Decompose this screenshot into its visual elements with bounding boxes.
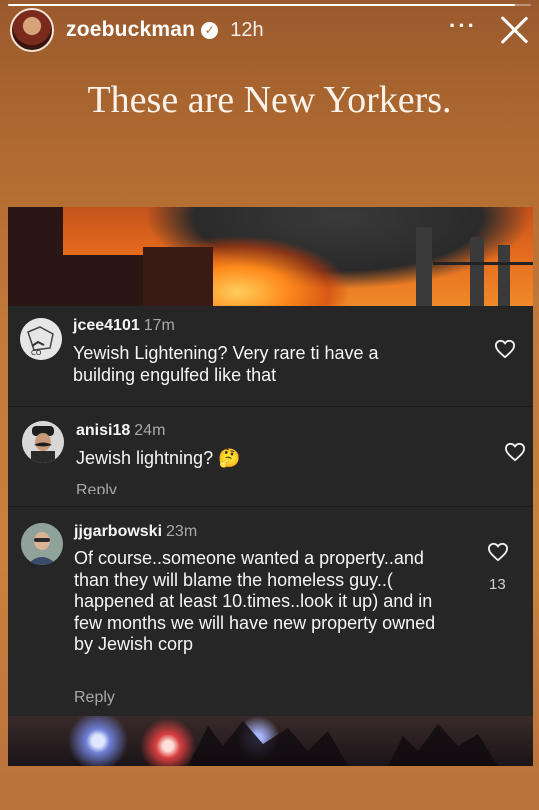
- comment-item: CO jcee4101 17m Yewish Lightening? Very r…: [8, 306, 533, 406]
- lamp-post: [416, 227, 432, 307]
- comment-username[interactable]: jjgarbowski: [74, 523, 162, 540]
- mustache-avatar-icon: [22, 421, 64, 463]
- comment-text: Yewish Lightening? Very rare ti have a b…: [73, 343, 379, 385]
- comment-username-line: jcee4101 17m: [73, 317, 175, 335]
- lamp-post: [470, 237, 484, 307]
- reply-link[interactable]: Reply: [76, 482, 117, 494]
- reply-link[interactable]: Reply: [74, 689, 115, 707]
- svg-text:CO: CO: [31, 349, 42, 357]
- comment-username[interactable]: anisi18: [76, 422, 130, 439]
- story-username[interactable]: zoebuckman: [66, 18, 195, 42]
- close-icon[interactable]: [499, 15, 529, 45]
- comment-text: Jewish lightning?: [76, 448, 214, 468]
- avatar[interactable]: [10, 8, 54, 52]
- story-caption: These are New Yorkers.: [87, 79, 452, 121]
- comment-time: 23m: [166, 523, 198, 540]
- comment-time: 24m: [134, 422, 166, 439]
- railing: [433, 262, 533, 265]
- building-silhouette: [63, 255, 143, 307]
- building-silhouette: [8, 207, 63, 307]
- story-time-ago: 12h: [230, 18, 264, 41]
- like-heart-icon[interactable]: [487, 542, 509, 562]
- comment-username[interactable]: jcee4101: [73, 317, 140, 334]
- lamp-post: [498, 245, 510, 307]
- verified-badge-icon: ✓: [201, 21, 219, 39]
- thinking-face-emoji: 🤔: [218, 448, 241, 468]
- comments-panel: CO jcee4101 17m Yewish Lightening? Very r…: [8, 306, 533, 716]
- story-header: zoebuckman ✓ 12h ···: [10, 8, 529, 52]
- fire-photo: [8, 207, 533, 307]
- comment-avatar[interactable]: [21, 523, 63, 565]
- comment-text-line: Jewish lightning? 🤔: [76, 448, 241, 470]
- comment-item: anisi18 24m Jewish lightning? 🤔 Reply: [8, 406, 533, 494]
- more-options-icon[interactable]: ···: [449, 13, 477, 39]
- sketch-avatar-icon: CO: [20, 318, 62, 360]
- story-progress-bar: [8, 4, 531, 6]
- comment-item: jjgarbowski 23m Of course..someone wanted…: [8, 506, 533, 716]
- photo-avatar-icon: [21, 523, 63, 565]
- building-silhouette: [143, 247, 213, 307]
- story-progress-fill: [8, 4, 516, 6]
- comment-username-line: jjgarbowski 23m: [74, 523, 197, 541]
- like-heart-icon[interactable]: [494, 339, 516, 359]
- like-count: 13: [489, 576, 506, 593]
- comment-text: Of course..someone wanted a property..an…: [74, 548, 436, 654]
- comment-time: 17m: [143, 317, 175, 334]
- emergency-lights-photo: [8, 716, 533, 766]
- comment-avatar[interactable]: [22, 421, 64, 463]
- comment-username-line: anisi18 24m: [76, 422, 165, 440]
- comment-avatar[interactable]: CO: [20, 318, 62, 360]
- like-heart-icon[interactable]: [504, 442, 526, 462]
- tree-silhouette: [188, 721, 498, 766]
